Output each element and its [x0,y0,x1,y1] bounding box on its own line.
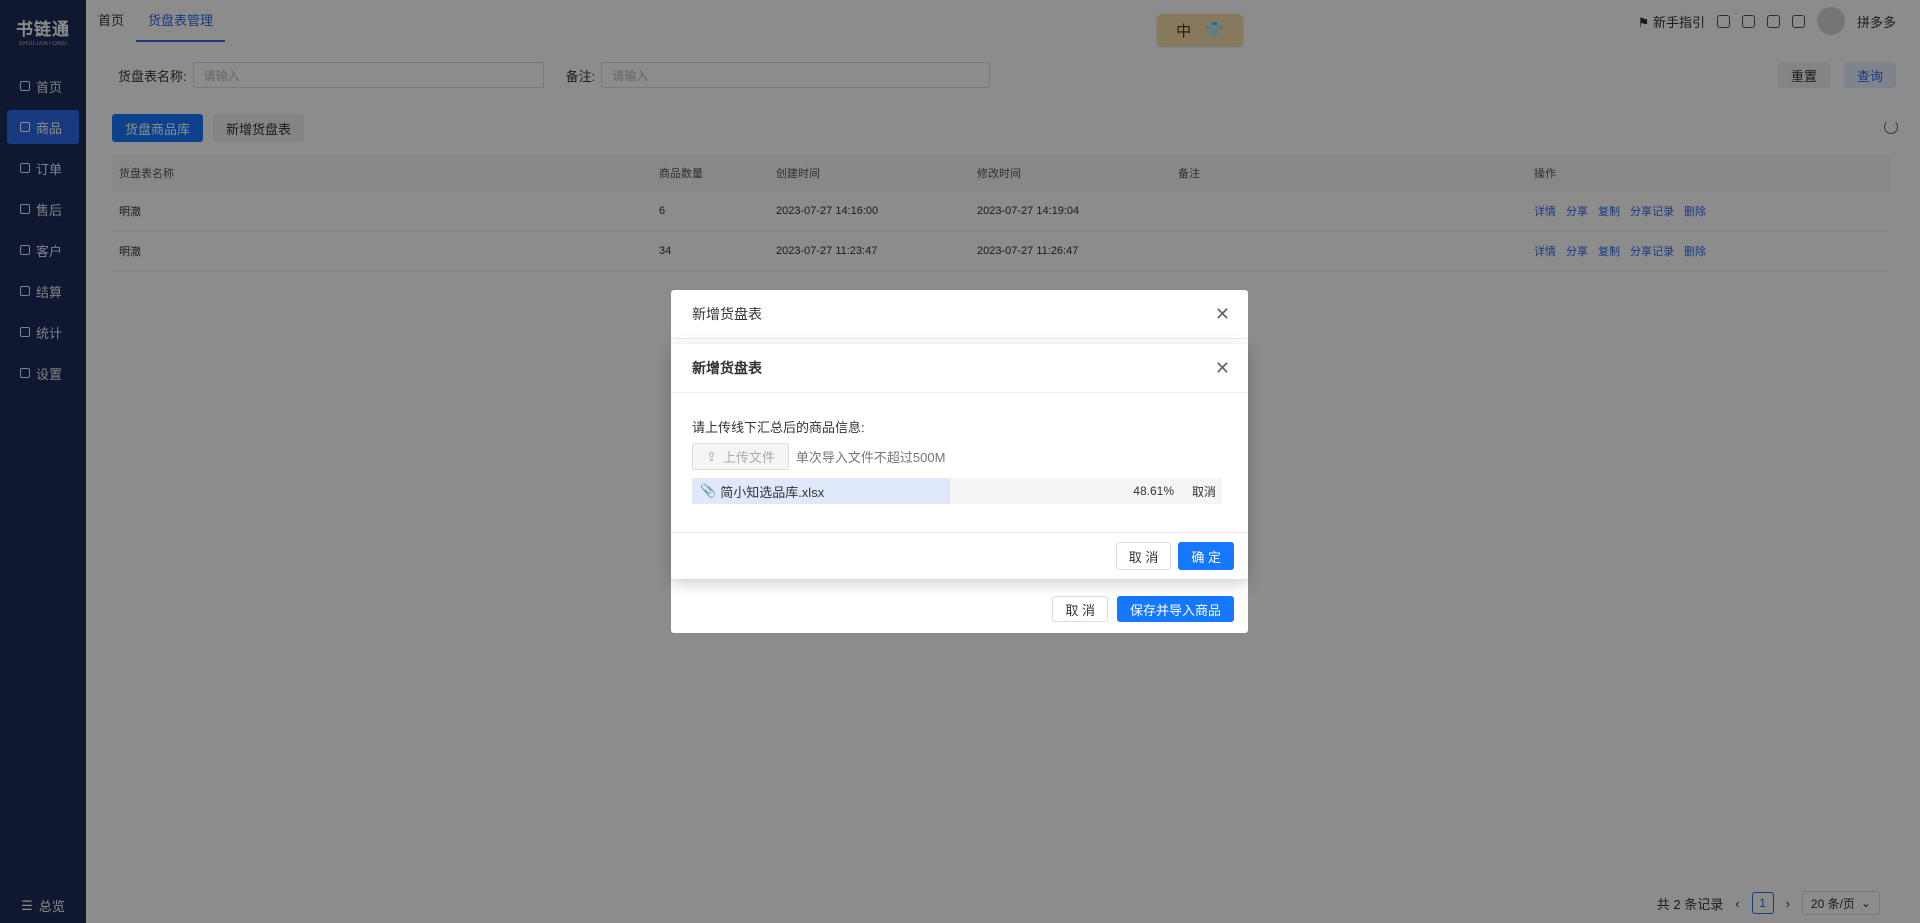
dialog-title: 新增货盘表 [692,306,762,322]
upload-percent: 48.61% [1133,484,1174,498]
cancel-button[interactable]: 取 消 [1115,542,1172,570]
upload-icon: ⇪ [706,448,717,464]
cancel-button[interactable]: 取 消 [1052,596,1108,622]
close-icon[interactable]: ✕ [1215,305,1230,323]
save-import-button[interactable]: 保存并导入商品 [1116,596,1234,622]
dialog-header: 新增货盘表 ✕ [671,290,1248,339]
dialog-footer: 取 消 保存并导入商品 [671,585,1248,633]
upload-label: 请上传线下汇总后的商品信息: [692,420,865,435]
confirm-button[interactable]: 确 定 [1178,542,1234,570]
file-item: 📎 简小知选品库.xlsx 48.61% 取消 [692,478,1222,504]
dialog-body: 请上传线下汇总后的商品信息: ⇪ 上传文件 单次导入文件不超过500M 📎 简小… [671,393,1248,504]
dialog-title: 新增货盘表 [692,360,762,376]
dialog-footer: 取 消 确 定 [671,532,1248,579]
upload-dialog: 新增货盘表 ✕ 请上传线下汇总后的商品信息: ⇪ 上传文件 单次导入文件不超过5… [671,344,1248,579]
file-name: 简小知选品库.xlsx [720,484,825,500]
upload-row: ⇪ 上传文件 单次导入文件不超过500M [692,443,1227,470]
upload-button-label: 上传文件 [722,450,775,465]
upload-hint: 单次导入文件不超过500M [795,450,946,465]
upload-file-button[interactable]: ⇪ 上传文件 [692,443,789,470]
file-name-wrapper: 📎 简小知选品库.xlsx [692,482,824,501]
paperclip-icon: 📎 [700,483,717,498]
dialog-header: 新增货盘表 ✕ [671,344,1248,393]
file-cancel-button[interactable]: 取消 [1192,483,1216,500]
close-icon[interactable]: ✕ [1215,359,1230,377]
